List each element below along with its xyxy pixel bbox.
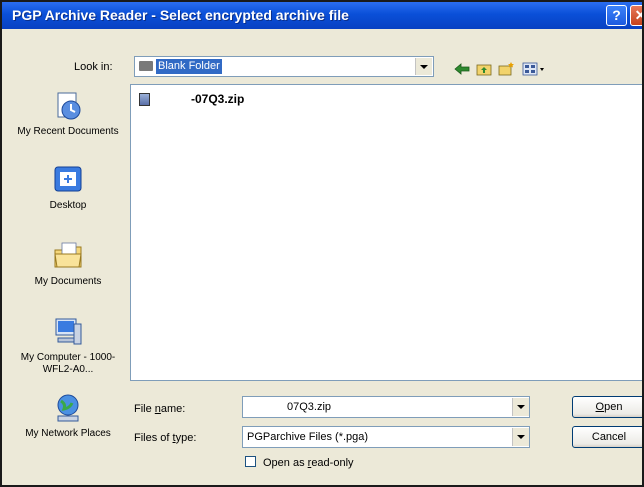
file-name-dropdown[interactable]: [509, 397, 529, 417]
look-in-label: Look in:: [74, 61, 113, 73]
place-label-my-documents: My Documents: [34, 276, 102, 287]
recent-documents-icon: [57, 92, 81, 120]
look-in-value: Blank Folder: [156, 59, 222, 74]
file-type-dropdown[interactable]: [509, 427, 529, 447]
open-button[interactable]: Open: [572, 396, 642, 418]
file-name-label: File name:: [134, 403, 186, 415]
cancel-button[interactable]: Cancel: [572, 426, 642, 448]
zip-file-icon: [139, 92, 150, 106]
window-title: PGP Archive Reader - Select encrypted ar…: [12, 7, 349, 23]
file-dialog: PGP Archive Reader - Select encrypted ar…: [0, 0, 644, 487]
file-type-select[interactable]: PGParchive Files (*.pga): [242, 426, 530, 448]
places-bar: My Recent Documents Desktop My Documents: [16, 86, 120, 476]
read-only-label[interactable]: Open as read-only: [263, 457, 354, 469]
help-button[interactable]: ?: [606, 5, 627, 26]
view-menu-icon[interactable]: [522, 62, 546, 76]
file-name-value: 07Q3.zip: [287, 401, 332, 413]
title-bar[interactable]: PGP Archive Reader - Select encrypted ar…: [2, 2, 642, 29]
file-name-dropdown-arrow[interactable]: [512, 398, 529, 416]
network-places-icon: [57, 394, 79, 422]
folder-icon: [139, 61, 153, 71]
place-my-computer[interactable]: My Computer - 1000-WFL2-A0...: [16, 316, 120, 376]
place-desktop[interactable]: Desktop: [16, 164, 120, 212]
up-folder-icon[interactable]: [476, 62, 492, 76]
file-item-name: -07Q3.zip: [191, 92, 245, 106]
back-icon[interactable]: [454, 62, 470, 76]
place-label-network: My Network Places: [25, 428, 111, 439]
file-name-input[interactable]: 07Q3.zip: [242, 396, 530, 418]
place-network[interactable]: My Network Places: [16, 392, 120, 440]
new-folder-icon[interactable]: [498, 62, 514, 76]
desktop-icon: [54, 166, 82, 192]
file-type-label: Files of type:: [134, 432, 197, 444]
my-documents-icon: [54, 242, 82, 268]
look-in-combo[interactable]: Blank Folder: [134, 56, 434, 77]
read-only-checkbox[interactable]: [245, 456, 256, 467]
file-type-dropdown-arrow[interactable]: [512, 428, 529, 446]
close-button[interactable]: ✕: [630, 5, 642, 26]
file-list[interactable]: -07Q3.zip: [130, 84, 642, 381]
file-type-value: PGParchive Files (*.pga): [247, 431, 369, 443]
place-label-recent: My Recent Documents: [17, 126, 119, 137]
place-label-my-computer: My Computer - 1000-WFL2-A0...: [20, 352, 116, 375]
place-my-documents[interactable]: My Documents: [16, 240, 120, 288]
my-computer-icon: [55, 318, 82, 345]
file-item[interactable]: -07Q3.zip: [139, 91, 244, 107]
place-recent-documents[interactable]: My Recent Documents: [16, 90, 120, 138]
look-in-dropdown-arrow[interactable]: [415, 58, 432, 75]
place-label-desktop: Desktop: [49, 200, 87, 211]
